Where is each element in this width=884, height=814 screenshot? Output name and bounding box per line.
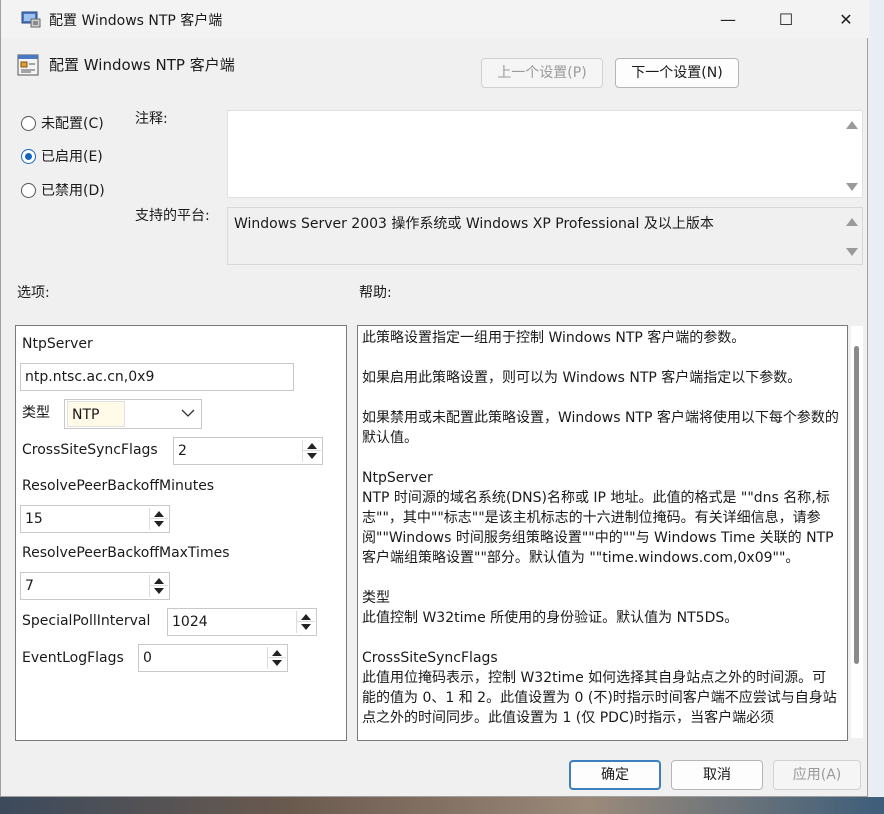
background-desktop (868, 0, 884, 814)
help-paragraph: 如果禁用或未配置此策略设置，Windows NTP 客户端将使用以下每个参数的默… (362, 410, 839, 446)
background-taskbar-strip (0, 797, 884, 814)
spin-arrows-icon[interactable] (302, 440, 321, 462)
options-heading: 选项: (17, 285, 50, 301)
minimize-button[interactable]: — (705, 6, 751, 34)
spin-arrows-icon[interactable] (149, 508, 168, 530)
help-paragraph: 类型 此值控制 W32time 所使用的身份验证。默认值为 NT5DS。 (362, 590, 739, 626)
setting-title: 配置 Windows NTP 客户端 (49, 56, 235, 74)
radio-circle[interactable] (21, 182, 36, 198)
spin-arrows-icon[interactable] (149, 575, 168, 597)
radio-label: 未配置(C) (41, 116, 104, 132)
specialpoll-value: 1024 (172, 614, 208, 630)
comment-label: 注释: (135, 111, 168, 127)
help-text: 此策略设置指定一组用于控制 Windows NTP 客户端的参数。 如果启用此策… (362, 328, 840, 740)
crosssite-value: 2 (178, 443, 187, 459)
policy-editor-icon (21, 11, 41, 28)
radio-circle-selected[interactable] (21, 148, 36, 164)
help-paragraph: 如果启用此策略设置，则可以为 Windows NTP 客户端指定以下参数。 (362, 370, 802, 386)
crosssite-label: CrossSiteSyncFlags (22, 442, 158, 458)
help-scrollbar[interactable] (851, 326, 863, 738)
help-paragraph: CrossSiteSyncFlags 此值用位掩码表示，控制 W32time 如… (362, 650, 837, 726)
radio-disabled[interactable]: 已禁用(D) (21, 179, 105, 201)
crosssite-stepper[interactable]: 2 (173, 437, 323, 465)
backoff-minutes-stepper[interactable]: 15 (20, 505, 170, 533)
platform-value: Windows Server 2003 操作系统或 Windows XP Pro… (234, 216, 714, 232)
eventlog-value: 0 (143, 650, 152, 666)
maximize-button[interactable]: ☐ (763, 6, 809, 34)
help-paragraph: 此策略设置指定一组用于控制 Windows NTP 客户端的参数。 (362, 330, 746, 346)
type-value: NTP (67, 401, 125, 427)
dialog-window: 配置 Windows NTP 客户端 — ☐ ✕ 配置 Windows NTP … (0, 0, 869, 797)
specialpoll-label: SpecialPollInterval (22, 613, 151, 629)
previous-setting-button[interactable]: 上一个设置(P) (481, 58, 603, 88)
ntpserver-input[interactable]: ntp.ntsc.ac.cn,0x9 (20, 363, 294, 391)
ntpserver-label: NtpServer (22, 336, 93, 352)
platform-box: Windows Server 2003 操作系统或 Windows XP Pro… (227, 207, 863, 265)
backoff-maxtimes-value: 7 (25, 578, 34, 594)
close-button[interactable]: ✕ (823, 6, 869, 34)
comment-textarea[interactable] (227, 110, 863, 198)
apply-button[interactable]: 应用(A) (773, 760, 861, 790)
backoff-maxtimes-label: ResolvePeerBackoffMaxTimes (22, 545, 230, 561)
radio-circle[interactable] (21, 115, 36, 131)
eventlog-stepper[interactable]: 0 (138, 644, 288, 672)
chevron-down-icon (181, 409, 195, 417)
type-label: 类型 (22, 405, 50, 421)
cancel-button[interactable]: 取消 (671, 760, 763, 790)
options-panel: NtpServer ntp.ntsc.ac.cn,0x9 类型 NTP Cros… (15, 325, 347, 741)
minimize-icon: — (720, 10, 736, 29)
scroll-down-icon[interactable] (846, 248, 858, 256)
ok-button[interactable]: 确定 (569, 760, 661, 790)
close-icon: ✕ (839, 10, 853, 29)
maximize-icon: ☐ (778, 10, 794, 29)
title-bar[interactable]: 配置 Windows NTP 客户端 — ☐ ✕ (1, 0, 869, 38)
platform-label: 支持的平台: (135, 208, 210, 224)
help-paragraph: NtpServer NTP 时间源的域名系统(DNS)名称或 IP 地址。此值的… (362, 470, 834, 566)
setting-icon (17, 54, 39, 76)
backoff-minutes-label: ResolvePeerBackoffMinutes (22, 478, 215, 494)
backoff-minutes-value: 15 (25, 511, 43, 527)
scroll-up-icon[interactable] (846, 121, 858, 129)
help-panel[interactable]: 此策略设置指定一组用于控制 Windows NTP 客户端的参数。 如果启用此策… (357, 325, 848, 741)
radio-label: 已禁用(D) (41, 183, 105, 199)
backoff-maxtimes-stepper[interactable]: 7 (20, 572, 170, 600)
scrollbar-thumb[interactable] (854, 346, 859, 664)
spin-arrows-icon[interactable] (267, 647, 286, 669)
radio-not-configured[interactable]: 未配置(C) (21, 112, 104, 134)
spin-arrows-icon[interactable] (296, 611, 315, 633)
scroll-up-icon[interactable] (846, 218, 858, 226)
radio-label: 已启用(E) (41, 149, 103, 165)
specialpoll-stepper[interactable]: 1024 (167, 608, 317, 636)
type-select[interactable]: NTP (64, 399, 202, 429)
help-heading: 帮助: (359, 285, 392, 301)
next-setting-button[interactable]: 下一个设置(N) (615, 58, 739, 88)
scroll-down-icon[interactable] (846, 183, 858, 191)
window-title: 配置 Windows NTP 客户端 (49, 13, 223, 29)
eventlog-label: EventLogFlags (22, 650, 124, 666)
radio-enabled[interactable]: 已启用(E) (21, 145, 103, 167)
